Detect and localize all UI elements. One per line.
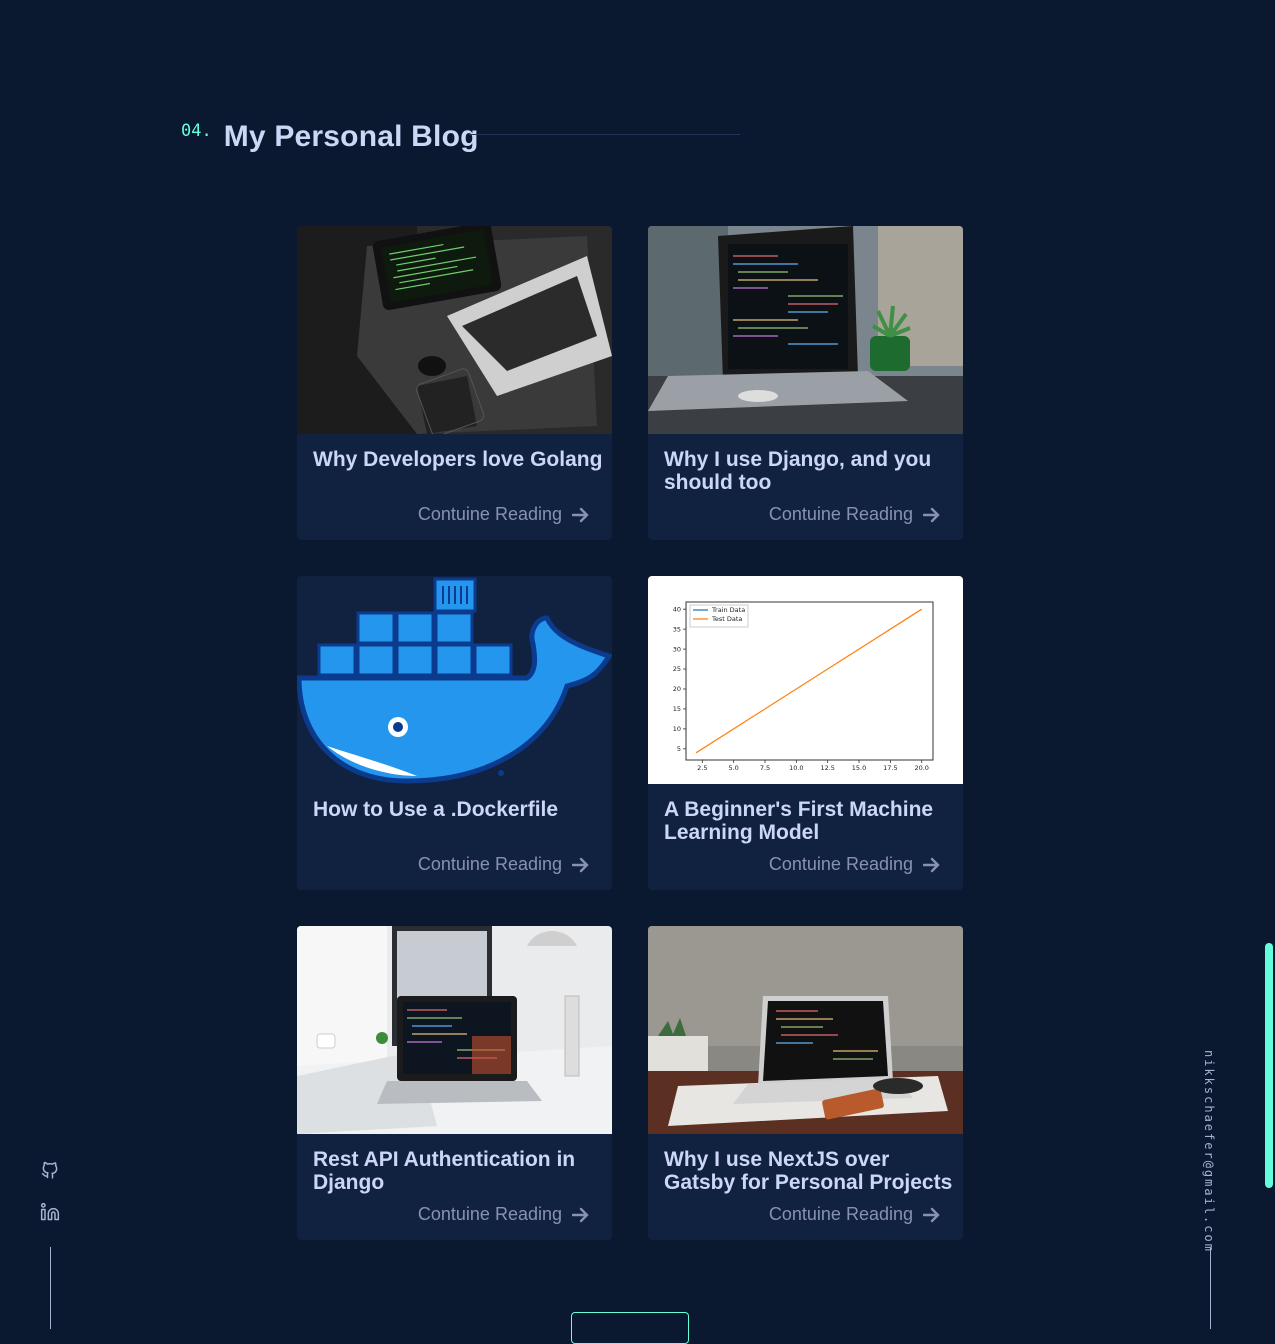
- blog-card-rest-api[interactable]: Rest API Authentication in Django Contui…: [297, 926, 612, 1240]
- section-divider: [469, 134, 740, 135]
- blog-card-dockerfile[interactable]: How to Use a .Dockerfile Contuine Readin…: [297, 576, 612, 890]
- post-title[interactable]: A Beginner's First Machine Learning Mode…: [664, 798, 954, 844]
- chart-legend: Train Data Test Data: [689, 604, 749, 628]
- blog-card-ml-model[interactable]: 2.5 5.0 7.5 10.0 12.5 15.0 17.5 20.0 5 10 15 20 25 30…: [648, 576, 963, 890]
- section-number: 04.: [181, 121, 212, 141]
- y-tick-label: 20: [673, 685, 681, 693]
- continue-reading-label[interactable]: Contuine Reading: [769, 854, 913, 875]
- github-icon[interactable]: [38, 1160, 62, 1180]
- post-image-docker-whale[interactable]: [297, 576, 612, 784]
- post-title[interactable]: Why I use Django, and you should too: [664, 448, 954, 494]
- y-tick-label: 15: [673, 705, 681, 713]
- x-tick-label: 5.0: [728, 764, 738, 772]
- arrow-right-icon[interactable]: [923, 1207, 941, 1223]
- social-divider-line: [50, 1247, 51, 1329]
- legend-train: Train Data: [711, 606, 745, 614]
- continue-reading-link[interactable]: Contuine Reading: [769, 1204, 941, 1225]
- arrow-right-icon[interactable]: [572, 507, 590, 523]
- more-button[interactable]: [571, 1312, 689, 1344]
- continue-reading-link[interactable]: Contuine Reading: [418, 1204, 590, 1225]
- arrow-right-icon[interactable]: [923, 857, 941, 873]
- continue-reading-link[interactable]: Contuine Reading: [769, 504, 941, 525]
- email-link[interactable]: nikkschaefer@gmail.com: [1194, 1050, 1224, 1253]
- post-title[interactable]: How to Use a .Dockerfile: [313, 798, 603, 821]
- continue-reading-link[interactable]: Contuine Reading: [418, 504, 590, 525]
- post-image-laptop-plant[interactable]: [648, 226, 963, 434]
- post-title[interactable]: Why I use NextJS over Gatsby for Persona…: [664, 1148, 954, 1194]
- email-text[interactable]: nikkschaefer@gmail.com: [1202, 1050, 1216, 1253]
- y-tick-label: 5: [677, 745, 681, 753]
- y-tick-label: 10: [673, 725, 681, 733]
- linkedin-link[interactable]: [38, 1202, 62, 1227]
- continue-reading-label[interactable]: Contuine Reading: [418, 854, 562, 875]
- blog-card-golang[interactable]: Why Developers love Golang Contuine Read…: [297, 226, 612, 540]
- continue-reading-link[interactable]: Contuine Reading: [418, 854, 590, 875]
- continue-reading-label[interactable]: Contuine Reading: [418, 504, 562, 525]
- y-tick-label: 25: [673, 665, 681, 673]
- x-tick-label: 10.0: [789, 764, 803, 772]
- x-tick-label: 20.0: [914, 764, 928, 772]
- x-tick-label: 7.5: [760, 764, 770, 772]
- post-image-desk-setup[interactable]: [297, 926, 612, 1134]
- email-divider-line: [1210, 1247, 1211, 1329]
- continue-reading-link[interactable]: Contuine Reading: [769, 854, 941, 875]
- post-title[interactable]: Rest API Authentication in Django: [313, 1148, 603, 1194]
- arrow-right-icon[interactable]: [923, 507, 941, 523]
- blog-card-nextjs[interactable]: Why I use NextJS over Gatsby for Persona…: [648, 926, 963, 1240]
- legend-test: Test Data: [711, 615, 742, 623]
- github-link[interactable]: [38, 1160, 62, 1185]
- y-tick-label: 40: [673, 605, 681, 613]
- y-tick-label: 30: [673, 645, 681, 653]
- ml-line-chart: 2.5 5.0 7.5 10.0 12.5 15.0 17.5 20.0 5 10 15 20 25 30…: [673, 601, 934, 772]
- continue-reading-label[interactable]: Contuine Reading: [418, 1204, 562, 1225]
- x-tick-label: 12.5: [820, 764, 834, 772]
- blog-card-django[interactable]: Why I use Django, and you should too Con…: [648, 226, 963, 540]
- post-image-line-chart[interactable]: 2.5 5.0 7.5 10.0 12.5 15.0 17.5 20.0 5 10 15 20 25 30…: [648, 576, 963, 784]
- arrow-right-icon[interactable]: [572, 1207, 590, 1223]
- continue-reading-label[interactable]: Contuine Reading: [769, 1204, 913, 1225]
- x-tick-label: 17.5: [883, 764, 897, 772]
- section-title: My Personal Blog: [223, 120, 479, 153]
- y-tick-label: 35: [673, 625, 681, 633]
- post-image-laptop-bed[interactable]: [648, 926, 963, 1134]
- x-tick-label: 15.0: [852, 764, 866, 772]
- post-image-laptop-dark[interactable]: [297, 226, 612, 434]
- arrow-right-icon[interactable]: [572, 857, 590, 873]
- x-tick-label: 2.5: [697, 764, 707, 772]
- section-heading: 04. My Personal Blog: [181, 120, 479, 154]
- continue-reading-label[interactable]: Contuine Reading: [769, 504, 913, 525]
- linkedin-icon[interactable]: [38, 1202, 62, 1222]
- post-title[interactable]: Why Developers love Golang: [313, 448, 603, 471]
- scrollbar-thumb[interactable]: [1265, 943, 1273, 1188]
